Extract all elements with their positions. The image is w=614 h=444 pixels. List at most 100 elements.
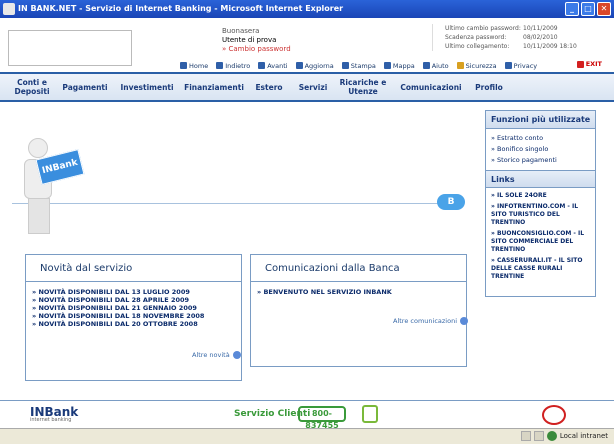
toolbar: Home Indietro Avanti Aggiorna Stampa Map…: [180, 60, 610, 71]
news-title: Novità dal servizio: [26, 255, 241, 282]
security-button[interactable]: Sicurezza: [456, 60, 497, 71]
function-item[interactable]: » Storico pagamenti: [491, 155, 595, 166]
phone-number: 800-837455: [298, 406, 346, 430]
footer-logo: INBank internet banking: [30, 405, 78, 423]
login-info: Ultimo cambio password: 10/11/2009 Scaden…: [432, 24, 596, 51]
ie-icon: [3, 3, 15, 15]
exit-label: EXIT: [585, 60, 602, 68]
info-label: Ultimo collegamento:: [445, 43, 510, 50]
lock-icon: [456, 62, 464, 69]
forward-icon: [258, 62, 266, 69]
comms-list: » BENVENUTO NEL SERVIZIO INBANK: [251, 282, 466, 296]
nav-conti-depositi[interactable]: Conti e Depositi: [8, 74, 56, 100]
status-bar: Local intranet: [0, 428, 614, 444]
news-list: » NOVITÀ DISPONIBILI DAL 13 LUGLIO 2009 …: [26, 282, 241, 328]
change-password-link[interactable]: » Cambio password: [222, 45, 291, 54]
pen-icon[interactable]: [362, 405, 378, 423]
nav-investimenti[interactable]: Investimenti: [120, 74, 174, 100]
print-label: Stampa: [350, 61, 376, 70]
news-item[interactable]: » NOVITÀ DISPONIBILI DAL 28 APRILE 2009: [32, 296, 241, 304]
print-icon: [341, 62, 349, 69]
help-icon: [422, 62, 430, 69]
back-button[interactable]: Indietro: [216, 60, 250, 71]
close-button[interactable]: ✕: [597, 2, 611, 16]
info-value: 10/11/2009: [523, 25, 558, 32]
mascot-legs: [28, 198, 50, 234]
news-item[interactable]: » NOVITÀ DISPONIBILI DAL 20 OTTOBRE 2008: [32, 320, 241, 328]
news-item[interactable]: » NOVITÀ DISPONIBILI DAL 18 NOVEMBRE 200…: [32, 312, 241, 320]
refresh-label: Aggiorna: [304, 61, 334, 70]
main-nav: Conti e Depositi Pagamenti Investimenti …: [0, 72, 614, 102]
news-box: Novità dal servizio » NOVITÀ DISPONIBILI…: [25, 254, 242, 381]
verisign-seal-icon[interactable]: [542, 405, 566, 425]
nav-ricariche-utenze[interactable]: Ricariche e Utenze: [338, 74, 388, 100]
bank-logo-placeholder: [8, 30, 132, 66]
greeting-text: Buonasera: [222, 27, 260, 35]
map-icon: [383, 62, 391, 69]
link-item[interactable]: » BUONCONSIGLIO.COM - IL SITO COMMERCIAL…: [491, 230, 591, 254]
nav-profilo[interactable]: Profilo: [472, 74, 506, 100]
info-label: Ultimo cambio password:: [445, 25, 521, 32]
info-label: Scadenza password:: [445, 34, 507, 41]
intranet-icon: [546, 431, 557, 441]
mascot-head: [28, 138, 48, 158]
links-list: » IL SOLE 24ORE » INFOTRENTINO.COM - IL …: [486, 188, 595, 288]
more-news-link[interactable]: Altre novità: [192, 351, 241, 359]
back-label: Indietro: [225, 61, 251, 70]
exit-button[interactable]: EXIT: [576, 60, 602, 68]
news-item[interactable]: » NOVITÀ DISPONIBILI DAL 21 GENNAIO 2009: [32, 304, 241, 312]
exit-icon: [576, 60, 584, 68]
maximize-button[interactable]: □: [581, 2, 595, 16]
more-comms-label: Altre comunicazioni: [393, 317, 458, 325]
page-footer: INBank internet banking Servizio Clienti …: [0, 400, 614, 430]
comms-item[interactable]: » BENVENUTO NEL SERVIZIO INBANK: [257, 288, 466, 296]
forward-label: Avanti: [267, 61, 288, 70]
more-news-label: Altre novità: [192, 351, 230, 359]
status-cell: [520, 431, 531, 441]
minimize-button[interactable]: _: [565, 2, 579, 16]
links-title: Links: [486, 170, 595, 188]
functions-title: Funzioni più utilizzate: [486, 111, 595, 129]
info-value: 10/11/2009 18:10: [523, 43, 577, 50]
function-item[interactable]: » Estratto conto: [491, 133, 595, 144]
nav-comunicazioni[interactable]: Comunicazioni: [398, 74, 464, 100]
function-item[interactable]: » Bonifico singolo: [491, 144, 595, 155]
arrow-circle-icon: [232, 351, 241, 359]
nav-finanziamenti[interactable]: Finanziamenti: [184, 74, 244, 100]
privacy-label: Privacy: [513, 61, 538, 70]
home-button[interactable]: Home: [180, 60, 208, 71]
link-item[interactable]: » IL SOLE 24ORE: [491, 192, 591, 200]
mascot-figure: INBank: [22, 138, 86, 238]
print-button[interactable]: Stampa: [341, 60, 376, 71]
help-label: Aiuto: [431, 61, 449, 70]
link-item[interactable]: » INFOTRENTINO.COM - IL SITO TURISTICO D…: [491, 203, 591, 227]
nav-pagamenti[interactable]: Pagamenti: [62, 74, 108, 100]
greeting-block: Buonasera Utente di prova » Cambio passw…: [222, 27, 291, 54]
page-header: Buonasera Utente di prova » Cambio passw…: [0, 18, 614, 71]
zone-label: Local intranet: [559, 432, 608, 440]
comms-title: Comunicazioni dalla Banca: [251, 255, 466, 282]
map-button[interactable]: Mappa: [383, 60, 415, 71]
footer-logo-sub: internet banking: [30, 417, 72, 423]
forward-button[interactable]: Avanti: [258, 60, 288, 71]
user-name: Utente di prova: [222, 36, 277, 44]
refresh-button[interactable]: Aggiorna: [295, 60, 334, 71]
privacy-icon: [504, 62, 512, 69]
window-title: IN BANK.NET - Servizio di Internet Banki…: [18, 4, 344, 13]
link-item[interactable]: » CASSERURALI.IT - IL SITO DELLE CASSE R…: [491, 257, 591, 281]
info-value: 08/02/2010: [523, 34, 558, 41]
more-comms-link[interactable]: Altre comunicazioni: [393, 317, 469, 325]
refresh-icon: [295, 62, 303, 69]
home-label: Home: [189, 61, 209, 70]
help-button[interactable]: Aiuto: [422, 60, 449, 71]
inbank-bubble-icon: B: [437, 194, 465, 210]
functions-list: » Estratto conto » Bonifico singolo » St…: [486, 129, 595, 170]
privacy-button[interactable]: Privacy: [504, 60, 538, 71]
sidebar: Funzioni più utilizzate » Estratto conto…: [485, 110, 596, 297]
nav-servizi[interactable]: Servizi: [296, 74, 330, 100]
news-item[interactable]: » NOVITÀ DISPONIBILI DAL 13 LUGLIO 2009: [32, 288, 241, 296]
arrow-circle-icon: [460, 317, 469, 325]
lock-status-icon: [533, 431, 544, 441]
map-label: Mappa: [392, 61, 415, 70]
nav-estero[interactable]: Estero: [253, 74, 285, 100]
